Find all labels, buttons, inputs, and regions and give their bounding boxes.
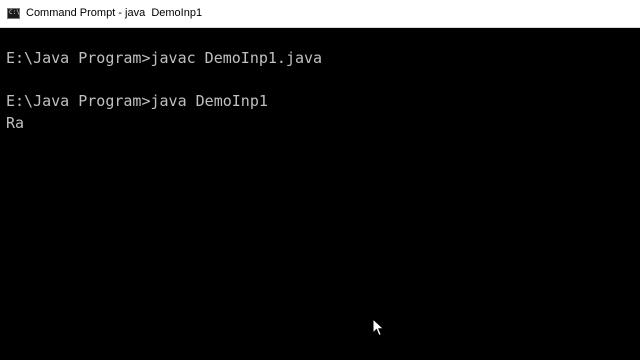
command-prompt-icon: C:\ [7,8,20,19]
mouse-pointer-icon [372,318,385,337]
console-line-java: E:\Java Program>java DemoInp1 [6,92,268,110]
console-line-input: Ra [6,114,25,132]
window-title: Command Prompt - java DemoInp1 [26,7,203,19]
title-bar[interactable]: C:\ Command Prompt - java DemoInp1 [0,0,640,28]
console-line-javac: E:\Java Program>javac DemoInp1.java [6,49,323,67]
console-output[interactable]: E:\Java Program>javac DemoInp1.java E:\J… [0,28,640,360]
command-prompt-window: C:\ Command Prompt - java DemoInp1 E:\Ja… [0,0,640,360]
